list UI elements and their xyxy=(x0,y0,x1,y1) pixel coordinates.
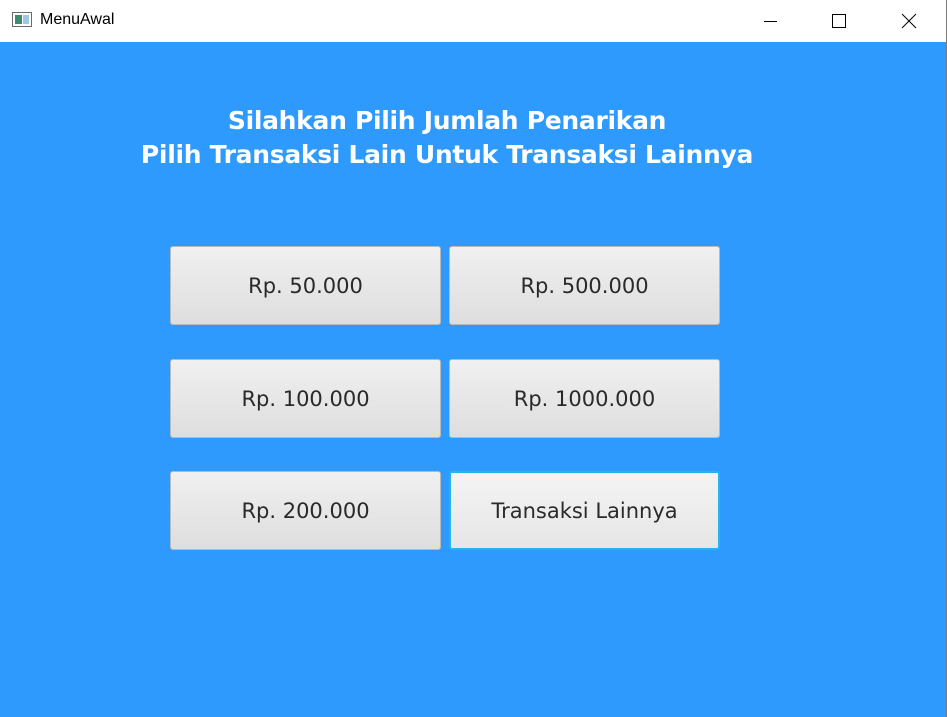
withdraw-100000-button[interactable]: Rp. 100.000 xyxy=(170,359,441,438)
withdraw-1000000-button[interactable]: Rp. 1000.000 xyxy=(449,359,720,438)
main-panel: Silahkan Pilih Jumlah Penarikan Pilih Tr… xyxy=(0,42,946,717)
withdraw-500000-button[interactable]: Rp. 500.000 xyxy=(449,246,720,325)
withdraw-200000-button[interactable]: Rp. 200.000 xyxy=(170,471,441,550)
maximize-button[interactable] xyxy=(816,0,862,42)
other-transaction-button[interactable]: Transaksi Lainnya xyxy=(449,471,720,550)
minimize-button[interactable] xyxy=(747,0,793,42)
java-app-window-icon[interactable] xyxy=(12,12,32,27)
title-bar[interactable]: MenuAwal xyxy=(0,0,946,42)
heading-line-1: Silahkan Pilih Jumlah Penarikan xyxy=(227,106,667,135)
app-window: MenuAwal Silahkan Pilih Jumlah Penarikan… xyxy=(0,0,947,717)
window-title: MenuAwal xyxy=(40,11,115,28)
maximize-icon xyxy=(832,14,846,28)
close-icon xyxy=(901,13,917,29)
minimize-icon xyxy=(764,21,777,22)
withdraw-50000-button[interactable]: Rp. 50.000 xyxy=(170,246,441,325)
heading-line-2: Pilih Transaksi Lain Untuk Transaksi Lai… xyxy=(140,140,754,169)
close-button[interactable] xyxy=(886,0,932,42)
